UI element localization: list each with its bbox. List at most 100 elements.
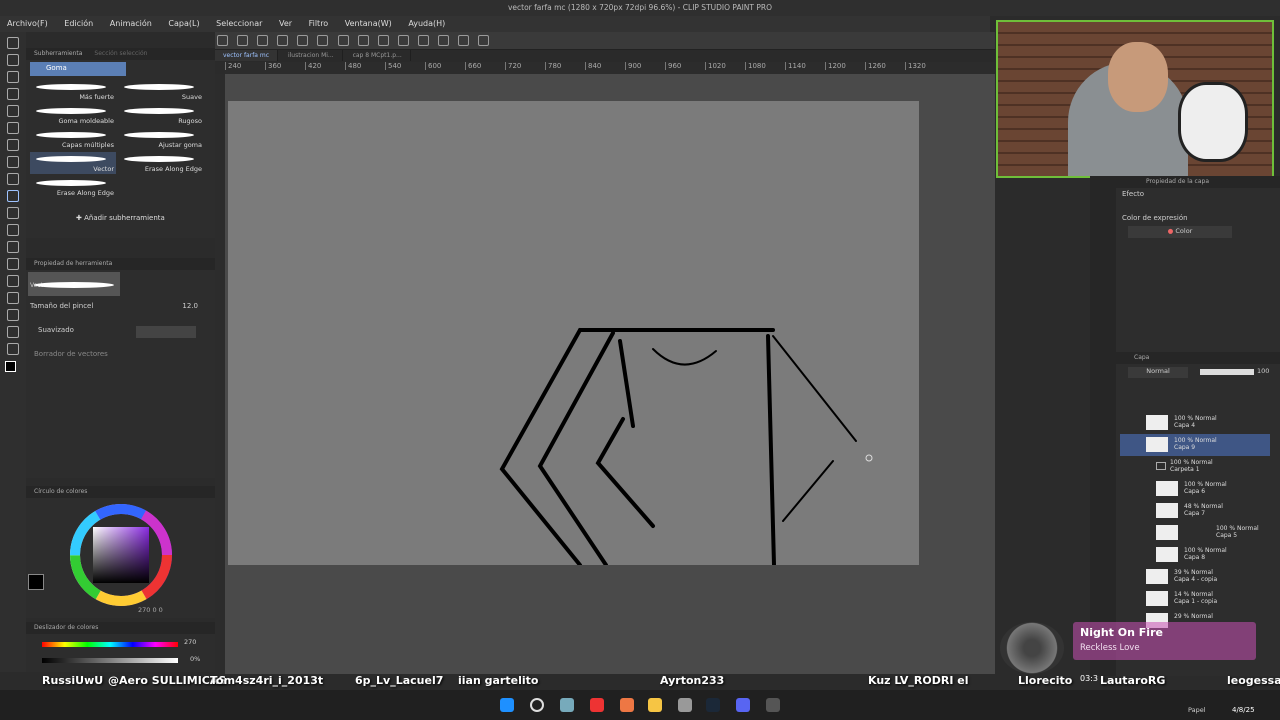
loading-icon[interactable] bbox=[317, 35, 329, 46]
ruler-icon[interactable] bbox=[417, 35, 429, 46]
tab-ilustracion[interactable]: ilustracion Mi... bbox=[280, 50, 343, 61]
task-view-icon[interactable] bbox=[560, 698, 574, 712]
brush-stroke-preview bbox=[36, 156, 106, 162]
undo-icon[interactable] bbox=[277, 35, 289, 46]
menu-capa[interactable]: Capa(L) bbox=[161, 16, 206, 31]
chat-user: 6p_Lv_Lacuel7 bbox=[355, 674, 444, 687]
text-icon[interactable] bbox=[7, 309, 19, 321]
effect-label: Efecto bbox=[1122, 190, 1145, 198]
color-wheel[interactable] bbox=[26, 500, 215, 610]
tab-vector-farfa[interactable]: vector farfa mc bbox=[215, 50, 279, 61]
clock-date: 4/8/25 bbox=[1232, 706, 1255, 714]
brush-mas-fuerte[interactable]: Más fuerte bbox=[30, 80, 116, 102]
layer-row[interactable]: 14 % Normal Capa 1 - copia bbox=[1120, 588, 1270, 610]
blend-mode-select[interactable]: Normal bbox=[1128, 367, 1188, 378]
opacity-slider[interactable] bbox=[1200, 369, 1254, 375]
discord-icon[interactable] bbox=[736, 698, 750, 712]
redo-icon[interactable] bbox=[297, 35, 309, 46]
eraser-icon[interactable] bbox=[7, 190, 19, 202]
brush-size-value[interactable]: 12.0 bbox=[182, 302, 198, 310]
frame-icon[interactable] bbox=[7, 275, 19, 287]
search-icon[interactable] bbox=[530, 698, 544, 712]
ruler-tick: 1320 bbox=[905, 62, 945, 70]
flip-icon[interactable] bbox=[478, 35, 490, 46]
smoothing-selector[interactable] bbox=[136, 326, 196, 338]
windows-start-icon[interactable] bbox=[500, 698, 514, 712]
move-icon[interactable] bbox=[7, 54, 19, 66]
blend-icon[interactable] bbox=[7, 207, 19, 219]
crop-icon[interactable] bbox=[458, 35, 470, 46]
brush-capas-multiples[interactable]: Capas múltiples bbox=[30, 128, 116, 150]
expression-color-select[interactable]: ● Color bbox=[1128, 226, 1232, 238]
fill-icon[interactable] bbox=[337, 35, 349, 46]
subtool-group-goma[interactable]: Goma bbox=[30, 62, 126, 76]
wand-icon[interactable] bbox=[7, 88, 19, 100]
correct-line-icon[interactable] bbox=[7, 343, 19, 355]
youtube-icon[interactable] bbox=[590, 698, 604, 712]
snap-icon[interactable] bbox=[397, 35, 409, 46]
ruler-tool-icon[interactable] bbox=[7, 292, 19, 304]
layer-folder[interactable]: 100 % Normal Carpeta 1 bbox=[1120, 456, 1270, 478]
shape-icon[interactable] bbox=[7, 258, 19, 270]
layer-row[interactable]: 48 % Normal Capa 7 bbox=[1130, 500, 1280, 522]
value-slider[interactable] bbox=[42, 658, 178, 663]
menu-ayuda[interactable]: Ayuda(H) bbox=[401, 16, 452, 31]
airbrush-icon[interactable] bbox=[7, 173, 19, 185]
settings-gear-icon[interactable] bbox=[678, 698, 692, 712]
save-icon[interactable] bbox=[257, 35, 269, 46]
tab-cap8[interactable]: cap 8 MCpt1.p... bbox=[345, 50, 411, 61]
menu-ver[interactable]: Ver bbox=[272, 16, 299, 31]
brush-rugoso[interactable]: Rugoso bbox=[118, 104, 204, 126]
menu-seleccionar[interactable]: Seleccionar bbox=[209, 16, 269, 31]
brush-suave[interactable]: Suave bbox=[118, 80, 204, 102]
lasso-icon[interactable] bbox=[7, 71, 19, 83]
tab-subherramienta[interactable]: Subherramienta bbox=[34, 50, 82, 57]
menu-filtro[interactable]: Filtro bbox=[302, 16, 336, 31]
brush-icon[interactable] bbox=[7, 156, 19, 168]
layer-row[interactable]: 100 % Normal Capa 6 bbox=[1130, 478, 1280, 500]
brush-goma-moldeable[interactable]: Goma moldeable bbox=[30, 104, 116, 126]
smoothing-row[interactable]: Suavizado bbox=[38, 326, 210, 340]
menu-animacion[interactable]: Animación bbox=[103, 16, 159, 31]
tab-seccion[interactable]: Sección selección bbox=[94, 50, 147, 57]
new-file-icon[interactable] bbox=[217, 35, 228, 46]
brush-erase-along-edge-2[interactable]: Erase Along Edge bbox=[30, 176, 116, 198]
grid-icon[interactable] bbox=[438, 35, 450, 46]
steam-icon[interactable] bbox=[706, 698, 720, 712]
pencil-icon[interactable] bbox=[7, 139, 19, 151]
layer-row[interactable]: 39 % Normal Capa 4 - copia bbox=[1120, 566, 1270, 588]
transform-icon[interactable] bbox=[357, 35, 369, 46]
menu-edicion[interactable]: Edición bbox=[57, 16, 100, 31]
main-color-swatch[interactable] bbox=[5, 361, 16, 372]
eyedropper-icon[interactable] bbox=[7, 105, 19, 117]
balloon-icon[interactable] bbox=[7, 326, 19, 338]
menu-ventana[interactable]: Ventana(W) bbox=[338, 16, 399, 31]
layer-row[interactable]: 100 % Normal Capa 4 bbox=[1120, 412, 1270, 434]
vinyl-disc-icon bbox=[1000, 622, 1064, 674]
brush-size-row[interactable]: Tamaño del pincel 12.0 bbox=[30, 302, 210, 316]
selection-icon[interactable] bbox=[377, 35, 389, 46]
main-color[interactable] bbox=[28, 574, 44, 590]
layer-row[interactable]: 100 % Normal Capa 5 bbox=[1130, 522, 1280, 544]
sketch-line bbox=[766, 334, 776, 567]
brush-ajustar-goma[interactable]: Ajustar goma bbox=[118, 128, 204, 150]
pen-icon[interactable] bbox=[7, 122, 19, 134]
brush-vector[interactable]: Vector bbox=[30, 152, 116, 174]
drawing-canvas[interactable] bbox=[228, 101, 919, 567]
layer-row-selected[interactable]: 100 % Normal Capa 9 bbox=[1120, 434, 1270, 456]
open-icon[interactable] bbox=[237, 35, 249, 46]
menu-archivo[interactable]: Archivo(F) bbox=[0, 16, 55, 31]
add-subtool-button[interactable]: ✚ Añadir subherramienta bbox=[76, 214, 165, 222]
brave-icon[interactable] bbox=[620, 698, 634, 712]
zoom-icon[interactable] bbox=[7, 37, 19, 49]
ruler-tick: 360 bbox=[265, 62, 305, 70]
brush-erase-along-edge[interactable]: Erase Along Edge bbox=[118, 152, 204, 174]
folder-icon[interactable] bbox=[648, 698, 662, 712]
gradient-icon[interactable] bbox=[7, 241, 19, 253]
fill-icon[interactable] bbox=[7, 224, 19, 236]
obs-icon[interactable] bbox=[766, 698, 780, 712]
layer-row[interactable]: 100 % Normal Capa 8 bbox=[1130, 544, 1280, 566]
smoothing-label: Suavizado bbox=[38, 326, 74, 334]
vector-eraser-row[interactable]: Borrador de vectores bbox=[34, 350, 108, 358]
hue-slider[interactable] bbox=[42, 642, 178, 647]
